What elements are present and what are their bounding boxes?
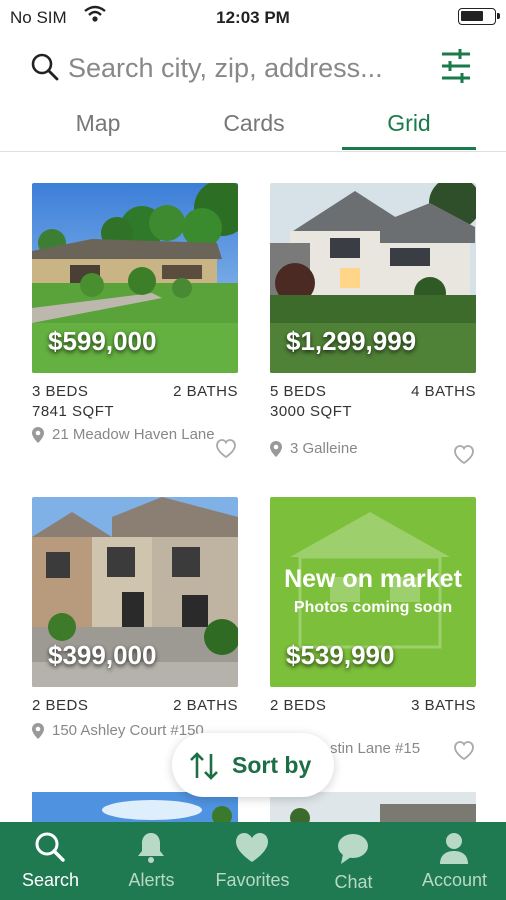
listing-beds: 2 BEDS [270,697,327,714]
status-bar: No SIM 12:03 PM [0,0,506,34]
chat-icon [333,830,373,866]
nav-label: Favorites [215,870,290,890]
listing-card[interactable]: $599,000 3 BEDS 2 BATHS 7841 SQFT 21 Mea… [32,183,238,459]
listing-address: 3 Galleine [270,439,456,458]
listing-beds: 3 BEDS [32,383,89,400]
new-on-market-title: New on market [284,565,462,593]
listing-beds: 2 BEDS [32,697,89,714]
listing-baths: 2 BATHS [173,383,238,400]
favorite-heart-icon[interactable] [452,739,476,766]
sort-by-label: Sort by [232,752,312,778]
person-icon [434,830,474,866]
nav-label: Account [421,870,488,890]
bell-icon [131,830,171,866]
listing-baths: 3 BATHS [411,697,476,714]
nav-label: Search [21,870,80,890]
search-icon [30,830,70,866]
listing-photo-placeholder[interactable]: New on market Photos coming soon $539,99… [270,497,476,687]
heart-icon [232,830,272,866]
listing-specs: 2 BEDS 3 BATHS [270,697,476,717]
listing-specs: 2 BEDS 2 BATHS [32,697,238,717]
nav-alerts[interactable]: Alerts [101,822,202,900]
listing-photo[interactable]: $399,000 [32,497,238,687]
listing-card[interactable]: $1,299,999 5 BEDS 4 BATHS 3000 SQFT 3 Ga… [270,183,476,465]
nav-chat[interactable]: Chat [303,822,404,900]
listing-address-text: 3 Galleine [290,440,358,457]
sort-by-button[interactable]: Sort by [172,733,334,797]
clock: 12:03 PM [216,8,290,27]
listing-price: $599,000 [48,326,157,356]
photos-coming-soon-label: Photos coming soon [293,599,453,616]
active-tab-indicator [342,147,476,150]
listing-baths: 2 BATHS [173,697,238,714]
listing-card[interactable]: $399,000 2 BEDS 2 BATHS 150 Ashley Court… [32,497,238,740]
favorite-heart-icon[interactable] [214,437,238,464]
nav-account[interactable]: Account [404,822,505,900]
nav-label: Chat [334,872,373,892]
search-bar [0,40,506,96]
nav-search[interactable]: Search [0,822,101,900]
favorite-heart-icon[interactable] [452,443,476,470]
search-icon [30,52,60,87]
filter-sliders-icon[interactable] [440,48,472,89]
listing-specs: 5 BEDS 4 BATHS 3000 SQFT [270,383,476,421]
listing-address: 21 Meadow Haven Lane [32,425,218,444]
location-pin-icon [32,427,44,448]
view-tabs: Map Cards Grid [0,98,506,152]
listing-address-text: 21 Meadow Haven Lane [52,426,215,443]
tab-grid[interactable]: Grid [342,110,476,137]
search-input[interactable] [68,48,428,88]
listing-price: $399,000 [48,640,157,670]
listing-baths: 4 BATHS [411,383,476,400]
listing-specs: 3 BEDS 2 BATHS 7841 SQFT [32,383,238,421]
listing-card[interactable]: New on market Photos coming soon $539,99… [270,497,476,761]
listing-price: $1,299,999 [286,326,417,356]
tab-cards[interactable]: Cards [196,110,312,137]
listing-address-text: stin Lane #15 [330,740,421,757]
listing-photo[interactable]: $1,299,999 [270,183,476,373]
listing-price: $539,990 [286,640,395,670]
listing-sqft: 7841 SQFT [32,403,115,420]
location-pin-icon [32,723,44,744]
sort-arrows-icon [188,751,220,786]
listing-address-text: 150 Ashley Court #150 [52,722,204,739]
tab-map[interactable]: Map [40,110,156,137]
battery-icon [458,8,500,25]
listing-photo[interactable]: $599,000 [32,183,238,373]
nav-label: Alerts [128,870,175,890]
listing-beds: 5 BEDS [270,383,327,400]
bottom-nav: Search Alerts Favorites Chat Account [0,822,506,900]
listing-sqft: 3000 SQFT [270,403,353,420]
location-pin-icon [270,441,282,462]
nav-favorites[interactable]: Favorites [202,822,303,900]
